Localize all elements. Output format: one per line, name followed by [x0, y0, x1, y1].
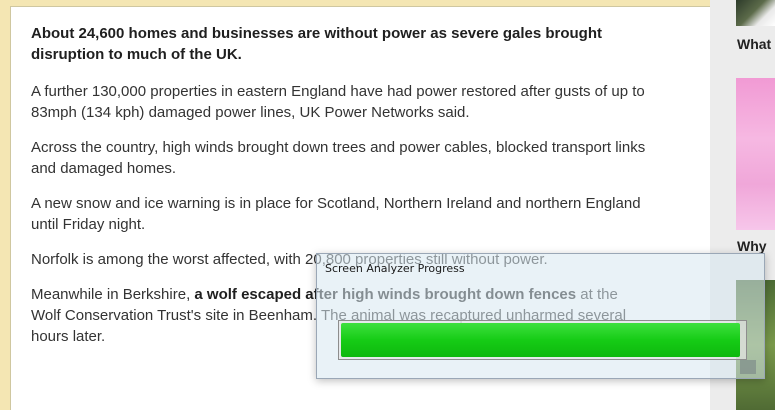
story-headline-2[interactable]: Why	[737, 238, 767, 254]
story-thumbnail-2[interactable]	[736, 78, 775, 230]
progress-bar	[338, 320, 747, 360]
article-paragraph-2: Across the country, high winds brought d…	[31, 139, 646, 177]
dialog-title: Screen Analyzer Progress	[325, 262, 465, 275]
article-paragraph-3: A new snow and ice warning is in place f…	[31, 195, 641, 233]
story-thumbnail-1[interactable]	[736, 0, 775, 26]
paragraph-5-text-start: Meanwhile in Berkshire,	[31, 286, 195, 303]
screen-analyzer-progress-dialog: Screen Analyzer Progress	[316, 253, 765, 379]
progress-bar-fill	[341, 323, 740, 357]
browser-viewport: About 24,600 homes and businesses are wi…	[0, 0, 775, 410]
article-lead: About 24,600 homes and businesses are wi…	[31, 25, 603, 63]
article-paragraph-1: A further 130,000 properties in eastern …	[31, 83, 645, 121]
story-headline-1[interactable]: What	[737, 36, 771, 52]
